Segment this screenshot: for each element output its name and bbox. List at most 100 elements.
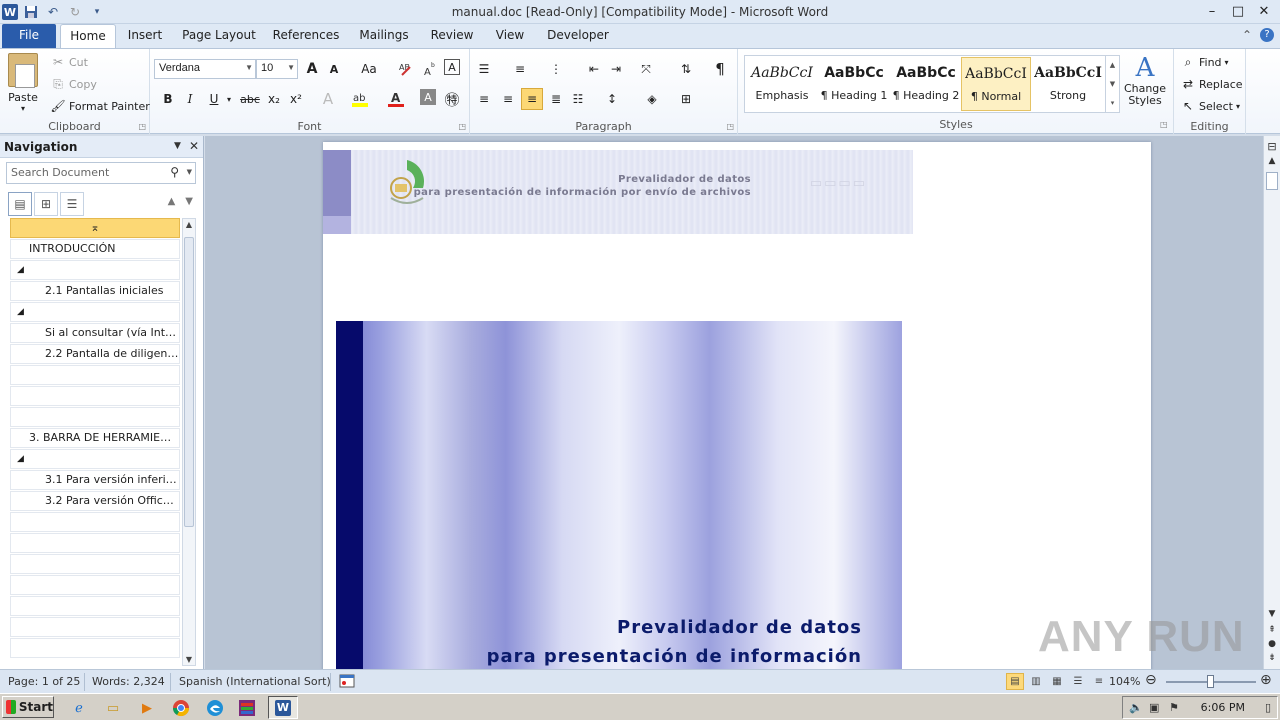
justify-icon[interactable]: ≣	[546, 89, 566, 109]
change-case-button[interactable]: Aa	[356, 59, 382, 79]
nav-heading-item[interactable]	[10, 407, 180, 427]
nav-heading-item[interactable]: 3. BARRA DE HERRAMIENT...	[10, 428, 180, 448]
folder-icon[interactable]: ▭	[102, 697, 124, 719]
nav-heading-item[interactable]: 3.1 Para versión inferio...	[10, 470, 180, 490]
scroll-down-icon[interactable]: ▼	[1110, 80, 1115, 88]
tab-view[interactable]: View	[490, 24, 530, 48]
styles-gallery-scroll[interactable]: ▲ ▼ ▾	[1105, 56, 1119, 112]
enclose-characters-icon[interactable]: ㊕	[442, 89, 462, 109]
tab-page-layout[interactable]: Page Layout	[178, 24, 260, 48]
scroll-up-icon[interactable]: ▲	[1110, 61, 1115, 69]
language-indicator[interactable]: Spanish (International Sort)	[179, 675, 331, 688]
nav-heading-item[interactable]	[10, 512, 180, 532]
center-icon[interactable]: ≡	[498, 89, 518, 109]
tab-review[interactable]: Review	[426, 24, 478, 48]
shading-icon[interactable]: ◈	[642, 89, 662, 109]
tab-mailings[interactable]: Mailings	[354, 24, 414, 48]
align-right-icon[interactable]: ≡	[521, 88, 543, 110]
chrome-icon[interactable]	[170, 697, 192, 719]
asian-layout-icon[interactable]: ⤧	[636, 59, 656, 79]
underline-button[interactable]: U	[204, 89, 224, 109]
text-effects-icon[interactable]: A	[318, 89, 338, 109]
show-desktop-icon[interactable]: ▯	[1265, 701, 1271, 714]
nav-heading-item[interactable]	[10, 575, 180, 595]
internet-explorer-icon[interactable]: ℯ	[68, 697, 90, 719]
outline-icon[interactable]: ☰	[1069, 673, 1087, 690]
font-size-combo[interactable]: 10 ▼	[256, 59, 298, 79]
scroll-thumb[interactable]	[1266, 172, 1278, 190]
results-view-icon[interactable]: ☰	[60, 192, 84, 216]
strikethrough-button[interactable]: abc	[238, 89, 262, 109]
change-styles-button[interactable]: A Change Styles	[1122, 53, 1168, 107]
nav-heading-item[interactable]: 3.2 Para versión Office ...	[10, 491, 180, 511]
maximize-button[interactable]: □	[1226, 1, 1250, 21]
action-center-flag-icon[interactable]: ⚑	[1169, 701, 1179, 714]
nav-heading-item[interactable]: ⌅	[10, 218, 180, 238]
style-strong[interactable]: AaBbCcI Strong	[1033, 57, 1103, 111]
scroll-up-icon[interactable]: ▲	[183, 220, 195, 229]
format-painter-button[interactable]: 🖌 Format Painter	[50, 98, 149, 114]
align-left-icon[interactable]: ≡	[474, 89, 494, 109]
clipboard-launcher-icon[interactable]: ◳	[138, 122, 146, 131]
close-button[interactable]: ✕	[1252, 1, 1276, 21]
nav-heading-item[interactable]	[10, 596, 180, 616]
bullets-icon[interactable]: ☰	[474, 59, 494, 79]
numbering-icon[interactable]: ≡	[510, 59, 530, 79]
tab-developer[interactable]: Developer	[544, 24, 612, 48]
paste-button[interactable]: Paste ▾	[8, 53, 38, 113]
show-hide-marks-button[interactable]: ¶	[710, 59, 730, 79]
draft-icon[interactable]: ≡	[1090, 673, 1108, 690]
headings-view-icon[interactable]: ▤	[8, 192, 32, 216]
browse-object-icon[interactable]: ●	[1264, 639, 1280, 649]
nav-heading-item[interactable]: INTRODUCCIÓN	[10, 239, 180, 259]
font-color-icon[interactable]: A	[386, 89, 406, 109]
sort-icon[interactable]: ⇅	[676, 59, 696, 79]
document-area[interactable]: Prevalidador de datos para presentación …	[205, 136, 1263, 669]
media-player-icon[interactable]: ▶	[136, 697, 158, 719]
search-icon[interactable]: ⚲	[170, 165, 179, 179]
nav-heading-item[interactable]	[10, 365, 180, 385]
tab-home[interactable]: Home	[60, 24, 116, 48]
collapse-toggle[interactable]: ◢	[10, 302, 180, 322]
search-document-input[interactable]: Search Document ⚲ ▼	[6, 162, 196, 184]
style-heading-2[interactable]: AaBbCc ¶ Heading 2	[891, 57, 961, 111]
zoom-out-icon[interactable]: ⊖	[1145, 672, 1157, 688]
nav-heading-item[interactable]	[10, 554, 180, 574]
minimize-button[interactable]: –	[1200, 1, 1224, 21]
edge-icon[interactable]	[204, 697, 226, 719]
page-count[interactable]: Page: 1 of 25	[8, 675, 80, 688]
distributed-icon[interactable]: ☷	[568, 89, 588, 109]
nav-heading-item[interactable]: 2.2 Pantalla de diligenc...	[10, 344, 180, 364]
web-layout-icon[interactable]: ▦	[1048, 673, 1066, 690]
nav-heading-item[interactable]: 2.1 Pantallas iniciales	[10, 281, 180, 301]
volume-icon[interactable]: 🔈	[1129, 701, 1143, 714]
scroll-up-icon[interactable]: ▲	[1264, 156, 1280, 166]
zoom-in-icon[interactable]: ⊕	[1260, 672, 1272, 688]
phonetic-guide-icon[interactable]: Ab	[420, 59, 440, 79]
line-spacing-icon[interactable]: ↕	[602, 89, 622, 109]
character-border-icon[interactable]: A	[444, 59, 460, 75]
paragraph-launcher-icon[interactable]: ◳	[726, 122, 734, 131]
next-page-icon[interactable]: ⇟	[1264, 653, 1280, 663]
nav-heading-item[interactable]	[10, 638, 180, 658]
previous-heading-icon[interactable]: ▲	[168, 196, 176, 207]
collapse-toggle[interactable]: ◢	[10, 449, 180, 469]
close-pane-icon[interactable]: ✕	[189, 139, 199, 153]
borders-icon[interactable]: ⊞	[676, 89, 696, 109]
subscript-button[interactable]: x₂	[264, 89, 284, 109]
highlight-icon[interactable]: ab	[350, 89, 370, 109]
superscript-button[interactable]: x²	[286, 89, 306, 109]
find-button[interactable]: ⌕ Find ▾	[1180, 54, 1229, 70]
nav-heading-item[interactable]	[10, 617, 180, 637]
clear-formatting-icon[interactable]: AB	[396, 59, 416, 79]
print-layout-icon[interactable]: ▤	[1006, 673, 1024, 690]
pages-view-icon[interactable]: ⊞	[34, 192, 58, 216]
tab-insert[interactable]: Insert	[122, 24, 168, 48]
search-options-icon[interactable]: ▼	[187, 168, 192, 176]
network-icon[interactable]: ▣	[1149, 701, 1159, 714]
zoom-slider-thumb[interactable]	[1207, 675, 1214, 688]
word-count[interactable]: Words: 2,324	[92, 675, 165, 688]
scroll-down-icon[interactable]: ▼	[183, 655, 195, 664]
bold-button[interactable]: B	[158, 89, 178, 109]
nav-heading-item[interactable]	[10, 533, 180, 553]
